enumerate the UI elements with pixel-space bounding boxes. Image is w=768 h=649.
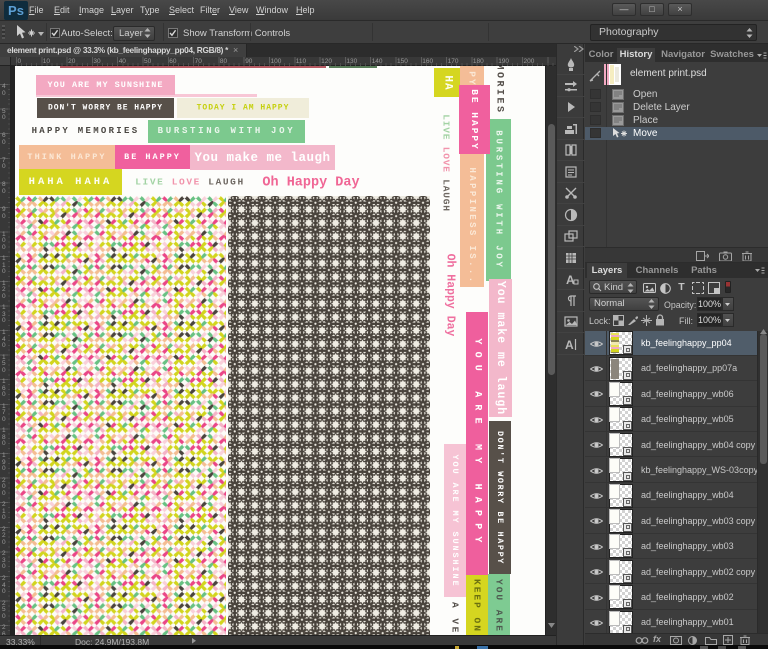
svg-text:A: A	[565, 338, 574, 352]
